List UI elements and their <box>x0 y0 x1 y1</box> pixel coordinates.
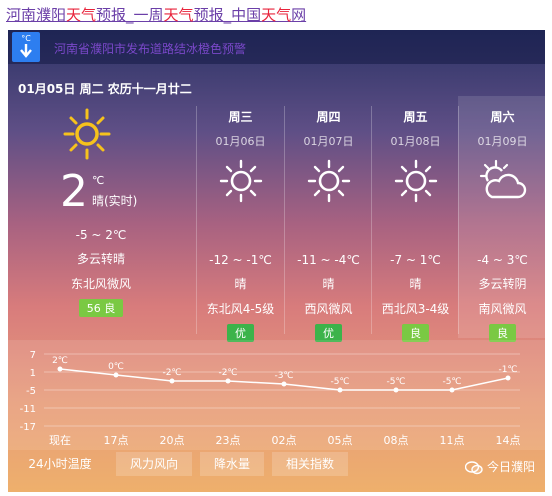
tab-indices[interactable]: 相关指数 <box>272 452 348 476</box>
data-label: -5℃ <box>442 377 461 387</box>
hourly-temperature-chart: 7 1 -5 -11 -17 2℃ 现在 0℃ 17点 -2℃ 20点 -2℃ 23点 -3℃ 02点 -5℃… <box>8 340 545 450</box>
forecast-day-3[interactable]: 周五 01月08日 -7 ~ 1℃ 晴 西北风3-4级 良 <box>372 96 459 342</box>
day-condition: 晴 <box>322 277 335 291</box>
wechat-logo: 今日濮阳 <box>464 458 535 475</box>
alert-bar: °C 河南省濮阳市发布道路结冰橙色预警 <box>8 30 545 64</box>
today-condition: 多云转晴 <box>76 252 125 266</box>
day-range: -4 ~ 3℃ <box>477 253 528 267</box>
day-wind: 西风微风 <box>304 302 353 316</box>
weather-panel: °C 河南省濮阳市发布道路结冰橙色预警 01月05日 周二 农历十一月廿二 2 … <box>8 30 545 492</box>
today-range: -5 ~ 2℃ <box>75 228 127 242</box>
title-part: 预报_中国 <box>193 6 262 24</box>
partly-cloudy-icon <box>459 159 545 215</box>
alert-icon-label: °C <box>21 34 31 43</box>
day-condition: 多云转阴 <box>478 277 527 291</box>
today-aqi-badge[interactable]: 56 良 <box>78 299 124 317</box>
temperature-point[interactable] <box>169 378 175 384</box>
x-tick-label: 现在 <box>49 434 71 447</box>
tab-precipitation[interactable]: 降水量 <box>200 452 264 476</box>
data-label: -5℃ <box>386 377 405 387</box>
day-week: 周四 <box>316 110 341 124</box>
temperature-point[interactable] <box>57 366 63 372</box>
day-date: 01月06日 <box>215 135 266 148</box>
temperature-point[interactable] <box>505 375 511 381</box>
day-week: 周三 <box>228 110 253 124</box>
x-tick-label: 02点 <box>272 434 297 447</box>
title-part: 网 <box>291 6 307 24</box>
day-range: -11 ~ -4℃ <box>297 253 360 267</box>
current-condition: 晴(实时) <box>92 194 138 208</box>
tab-24h-temperature[interactable]: 24小时温度 <box>16 452 104 476</box>
temperature-alert-icon[interactable]: °C <box>12 32 40 62</box>
day-week: 周五 <box>403 110 428 124</box>
title-part: 预报_一周 <box>96 6 164 24</box>
arrow-down-icon <box>20 44 32 58</box>
x-tick-label: 11点 <box>440 434 465 447</box>
sun-icon <box>372 159 459 215</box>
temperature-point[interactable] <box>113 372 119 378</box>
today-summary: -5 ~ 2℃ 多云转晴 东北风微风 56 良 <box>8 228 194 317</box>
day-wind: 东北风4-5级 <box>206 302 275 316</box>
title-part: 河南濮阳 <box>6 6 67 24</box>
forecast-day-4[interactable]: 周六 01月09日 -4 ~ 3℃ 多云转阴 南风微风 良 <box>459 96 545 342</box>
day-date: 01月07日 <box>303 135 354 148</box>
y-tick-label: 1 <box>30 368 36 379</box>
data-label: -2℃ <box>218 368 237 378</box>
temperature-unit: ℃ <box>92 174 105 187</box>
forecast-day-2[interactable]: 周四 01月07日 -11 ~ -4℃ 晴 西风微风 优 <box>285 96 372 342</box>
day-range: -12 ~ -1℃ <box>209 253 272 267</box>
alert-text[interactable]: 河南省濮阳市发布道路结冰橙色预警 <box>54 40 246 57</box>
today-wind: 东北风微风 <box>70 277 131 291</box>
day-week: 周六 <box>490 110 515 124</box>
x-tick-label: 05点 <box>328 434 353 447</box>
current-temperature: 2 <box>60 166 88 217</box>
title-highlight: 天气 <box>66 6 97 24</box>
data-label: -1℃ <box>498 365 517 375</box>
logo-text: 今日濮阳 <box>486 460 535 474</box>
sun-icon <box>285 159 372 215</box>
temperature-point[interactable] <box>337 387 343 393</box>
temperature-point[interactable] <box>393 387 399 393</box>
x-tick-label: 23点 <box>216 434 241 447</box>
data-label: -5℃ <box>330 377 349 387</box>
data-label: -2℃ <box>162 368 181 378</box>
temperature-point[interactable] <box>281 381 287 387</box>
title-highlight: 天气 <box>163 6 194 24</box>
today-date: 01月05日 周二 农历十一月廿二 <box>18 82 192 96</box>
day-condition: 晴 <box>409 277 422 291</box>
forecast-day-1[interactable]: 周三 01月06日 -12 ~ -1℃ 晴 东北风4-5级 优 <box>197 96 284 342</box>
x-tick-label: 17点 <box>104 434 129 447</box>
page-title[interactable]: 河南濮阳天气预报_一周天气预报_中国天气网 <box>6 4 306 25</box>
day-range: -7 ~ 1℃ <box>390 253 441 267</box>
wechat-icon <box>464 460 487 474</box>
data-label: -3℃ <box>274 371 293 381</box>
sun-icon <box>197 159 284 215</box>
tab-wind[interactable]: 风力风向 <box>116 452 192 476</box>
day-condition: 晴 <box>234 277 247 291</box>
chart-svg: 7 1 -5 -11 -17 2℃ 现在 0℃ 17点 -2℃ 20点 -2℃ 23点 -3℃ 02点 -5℃… <box>20 350 521 447</box>
temperature-point[interactable] <box>449 387 455 393</box>
day-wind: 南风微风 <box>478 302 527 316</box>
day-wind: 西北风3-4级 <box>381 302 450 316</box>
day-date: 01月08日 <box>390 135 441 148</box>
x-tick-label: 20点 <box>160 434 185 447</box>
x-tick-label: 08点 <box>384 434 409 447</box>
title-highlight: 天气 <box>261 6 292 24</box>
y-tick-label: 7 <box>30 350 36 361</box>
x-tick-label: 14点 <box>496 434 521 447</box>
data-label: 0℃ <box>108 362 124 372</box>
temperature-point[interactable] <box>225 378 231 384</box>
y-tick-label: -11 <box>20 404 36 415</box>
y-tick-label: -17 <box>20 422 36 433</box>
day-date: 01月09日 <box>477 135 528 148</box>
sun-icon <box>63 108 111 164</box>
data-label: 2℃ <box>52 356 68 366</box>
y-tick-label: -5 <box>26 386 36 397</box>
